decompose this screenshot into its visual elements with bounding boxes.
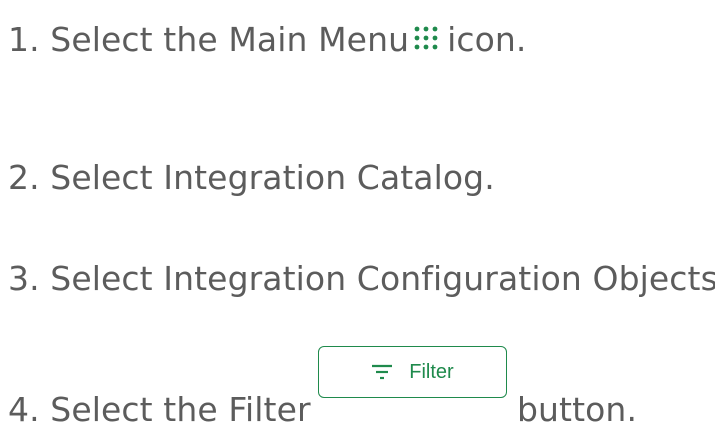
step-4-instruction: 4. Select the Filter [8, 390, 311, 430]
step-4-text-after: button. [517, 390, 638, 429]
step-3-number: 3. [8, 259, 40, 298]
step-1-text-after: icon. [447, 20, 527, 59]
step-2-instruction: 2. Select Integration Catalog. [8, 158, 495, 198]
step-1-instruction: 1. Select the Main Menu icon. [8, 20, 527, 60]
step-4-text-before: Select the Filter [50, 390, 311, 429]
filter-button[interactable]: Filter [318, 346, 507, 398]
step-3-instruction: 3. Select Integration Configuration Obje… [8, 259, 715, 299]
step-1-text-before: Select the Main Menu [50, 20, 410, 59]
step-1-number: 1. [8, 20, 40, 59]
step-2-number: 2. [8, 158, 40, 197]
step-4-number: 4. [8, 390, 40, 429]
main-menu-grid-icon [413, 25, 439, 51]
step-4-suffix: button. [517, 390, 637, 430]
step-2-text: Select Integration Catalog. [50, 158, 495, 197]
filter-lines-icon [372, 364, 393, 380]
filter-button-label: Filter [409, 360, 454, 383]
step-3-text: Select Integration Configuration Objects… [50, 259, 715, 298]
